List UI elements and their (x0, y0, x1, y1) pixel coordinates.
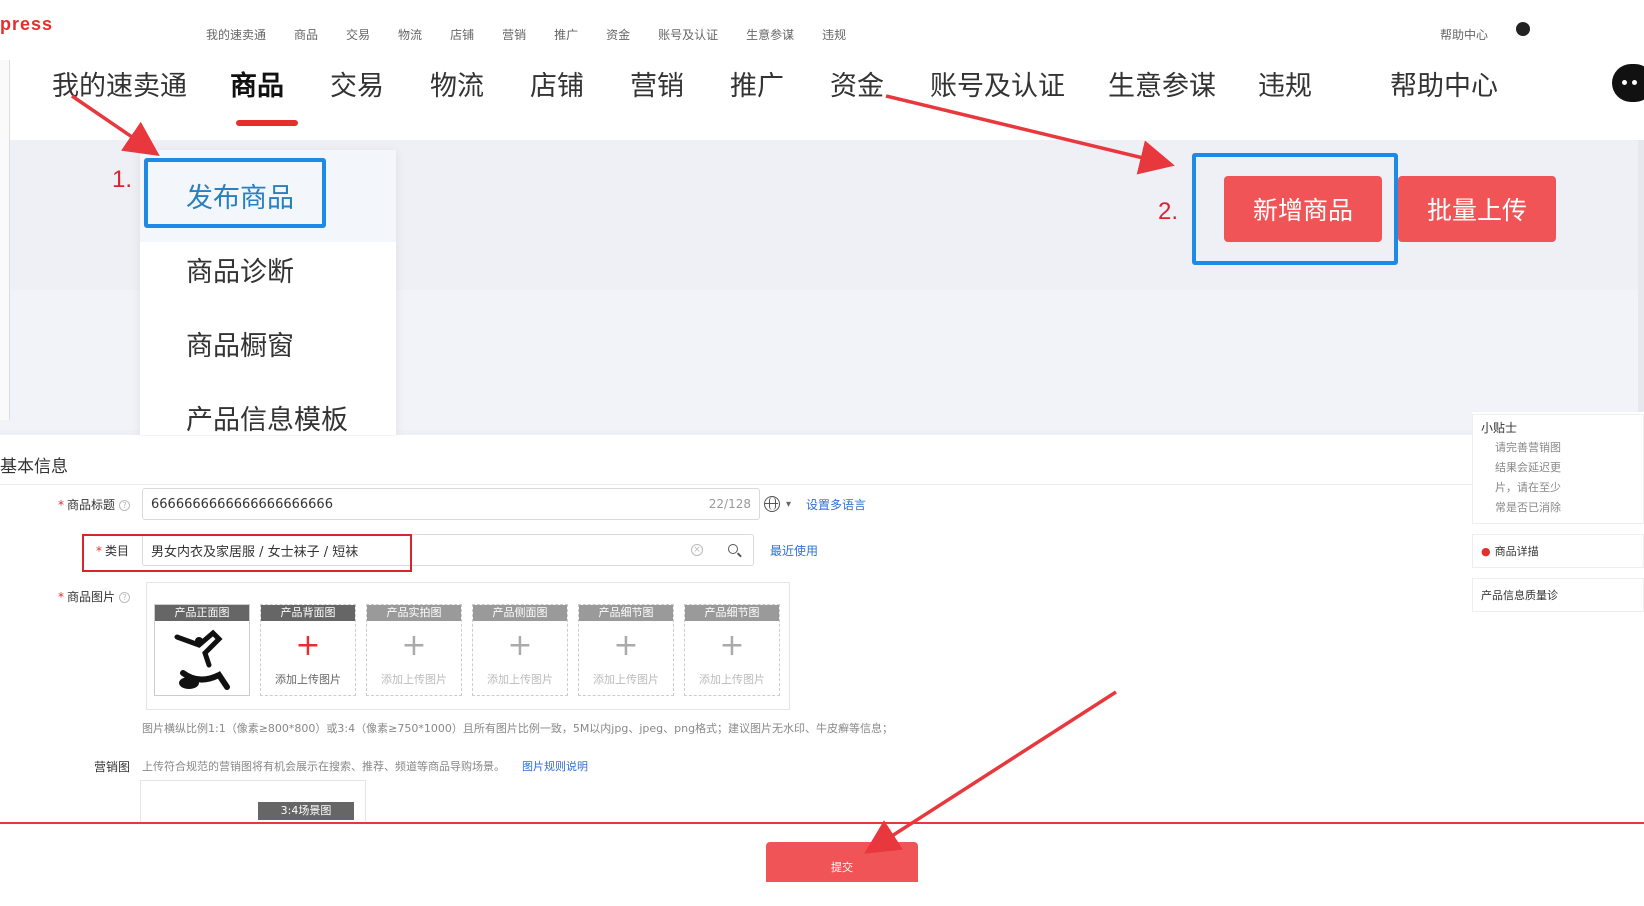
menu-item-product-diagnosis[interactable]: 商品诊断 (186, 250, 294, 289)
active-tab-indicator (236, 120, 298, 126)
nav-item-promotion[interactable]: 推广 (730, 64, 784, 103)
top-strip: press 我的速卖通 商品 交易 物流 店铺 营销 推广 资金 账号及认证 生… (0, 0, 1644, 40)
highlight-box-add-product (1192, 153, 1398, 265)
slot-caption: 添加上传图片 (593, 673, 659, 686)
globe-icon[interactable] (764, 496, 780, 512)
top-nav-preview-item[interactable]: 违规 (822, 26, 846, 40)
image-slot-real-shot[interactable]: 产品实拍图 + 添加上传图片 (366, 604, 462, 696)
bullet-dot-icon: ● (1481, 545, 1491, 558)
plus-icon: + (613, 628, 639, 663)
product-title-value: 6666666666666666666666 (151, 496, 333, 512)
product-photo-thumbnail (169, 625, 235, 693)
menu-item-product-template[interactable]: 产品信息模板 (186, 398, 348, 435)
bottom-divider (0, 822, 1644, 824)
title-char-counter: 22/128 (708, 497, 751, 511)
chevron-down-icon[interactable]: ▾ (786, 499, 791, 510)
top-nav-preview-item[interactable]: 交易 (346, 26, 370, 40)
aliexpress-logo: press (0, 14, 54, 34)
nav-item-violations[interactable]: 违规 (1258, 64, 1312, 103)
menu-item-product-showcase[interactable]: 商品橱窗 (186, 324, 294, 363)
help-icon[interactable]: ? (119, 592, 131, 603)
product-title-label: * 商品标题? (58, 496, 131, 513)
image-rules-link[interactable]: 图片规则说明 (522, 758, 588, 774)
image-slot-back[interactable]: 产品背面图 + 添加上传图片 (260, 604, 356, 696)
nav-item-my-aliexpress[interactable]: 我的速卖通 (52, 64, 187, 103)
search-icon (728, 544, 738, 554)
side-nav-quality-check[interactable]: 产品信息质量诊 (1472, 578, 1644, 612)
nav-item-store[interactable]: 店铺 (530, 64, 584, 103)
top-nav-preview-item[interactable]: 店铺 (450, 26, 474, 40)
tips-title: 小贴士 (1481, 421, 1518, 435)
scene-image-tag: 3:4场景图 (258, 802, 354, 820)
top-nav-preview: 我的速卖通 商品 交易 物流 店铺 营销 推广 资金 账号及认证 生意参谋 违规 (206, 26, 846, 40)
top-nav-preview-item[interactable]: 物流 (398, 26, 422, 40)
nav-item-business-advisor[interactable]: 生意参谋 (1108, 64, 1216, 103)
submit-button[interactable]: 提交 (766, 842, 918, 882)
help-icon[interactable]: ? (119, 500, 131, 511)
step-label-2: 2. (1158, 198, 1179, 225)
section-title-basic-info: 基本信息 (0, 457, 68, 477)
category-search-button[interactable] (714, 534, 754, 566)
plus-icon: + (295, 628, 321, 663)
marketing-hint: 上传符合规范的营销图将有机会展示在搜索、推荐、频道等商品导购场景。 (142, 760, 505, 773)
slot-title: 产品正面图 (155, 605, 249, 621)
nav-item-account[interactable]: 账号及认证 (930, 64, 1065, 103)
tip-line: 结果会延迟更 (1495, 461, 1561, 474)
main-nav: 我的速卖通 商品 交易 物流 店铺 营销 推广 资金 账号及认证 生意参谋 违规… (0, 40, 1644, 140)
side-nav-label: 商品详描 (1494, 545, 1539, 558)
tip-line: 常是否已消除 (1495, 501, 1561, 514)
tip-line: 片，请在至少 (1495, 481, 1561, 494)
highlight-box-category (82, 534, 412, 572)
side-nav-product-details[interactable]: ● 商品详描 (1472, 534, 1644, 568)
top-nav-preview-item[interactable]: 营销 (502, 26, 526, 40)
top-nav-preview-item[interactable]: 我的速卖通 (206, 26, 266, 40)
top-nav-preview-item[interactable]: 账号及认证 (658, 26, 718, 40)
plus-icon: + (507, 628, 533, 663)
chat-icon[interactable] (1612, 64, 1644, 102)
side-nav-label: 产品信息质量诊 (1481, 589, 1558, 602)
slot-title: 产品细节图 (685, 605, 779, 621)
nav-item-transactions[interactable]: 交易 (330, 64, 384, 103)
highlight-box-publish (144, 158, 326, 228)
plus-icon: + (401, 628, 427, 663)
nav-item-help-center[interactable]: 帮助中心 (1390, 64, 1498, 103)
step-label-1: 1. (112, 166, 133, 193)
image-slot-front[interactable]: 产品正面图 (154, 604, 250, 696)
top-help-preview[interactable]: 帮助中心 (1440, 26, 1488, 40)
slot-caption: 添加上传图片 (699, 673, 765, 686)
plus-icon: + (719, 628, 745, 663)
image-requirements-hint: 图片横纵比例1:1（像素≥800*800）或3:4（像素≥750*1000）且所… (142, 722, 894, 735)
multi-language-link[interactable]: 设置多语言 (806, 496, 866, 513)
section-divider (0, 484, 1525, 485)
tips-card: 小贴士 请完善营销图 结果会延迟更 片，请在至少 常是否已消除 (1472, 414, 1644, 524)
nav-item-products[interactable]: 商品 (230, 64, 284, 103)
image-slot-side[interactable]: 产品侧面图 + 添加上传图片 (472, 604, 568, 696)
slot-caption: 添加上传图片 (275, 673, 341, 686)
bulk-upload-button[interactable]: 批量上传 (1398, 176, 1556, 242)
slot-title: 产品细节图 (579, 605, 673, 621)
nav-item-marketing[interactable]: 营销 (630, 64, 684, 103)
slot-title: 产品侧面图 (473, 605, 567, 621)
tip-line: 请完善营销图 (1495, 441, 1561, 454)
slot-caption: 添加上传图片 (381, 673, 447, 686)
marketing-image-label: 营销图 (94, 760, 131, 774)
top-nav-preview-item[interactable]: 资金 (606, 26, 630, 40)
product-title-input[interactable]: 6666666666666666666666 22/128 (142, 488, 760, 520)
left-edge-panel (0, 60, 10, 420)
nav-item-logistics[interactable]: 物流 (430, 64, 484, 103)
right-scrollbar[interactable] (1638, 140, 1644, 440)
slot-title: 产品背面图 (261, 605, 355, 621)
slot-caption: 添加上传图片 (487, 673, 553, 686)
image-slot-detail-2[interactable]: 产品细节图 + 添加上传图片 (684, 604, 780, 696)
top-nav-preview-item[interactable]: 推广 (554, 26, 578, 40)
slot-title: 产品实拍图 (367, 605, 461, 621)
recent-used-link[interactable]: 最近使用 (770, 542, 818, 559)
top-nav-preview-item[interactable]: 生意参谋 (746, 26, 794, 40)
nav-item-funds[interactable]: 资金 (830, 64, 884, 103)
image-slot-detail-1[interactable]: 产品细节图 + 添加上传图片 (578, 604, 674, 696)
user-avatar-icon[interactable] (1516, 22, 1530, 36)
top-nav-preview-item[interactable]: 商品 (294, 26, 318, 40)
clear-icon[interactable]: × (691, 544, 703, 556)
product-images-label: * 商品图片? (58, 588, 131, 605)
